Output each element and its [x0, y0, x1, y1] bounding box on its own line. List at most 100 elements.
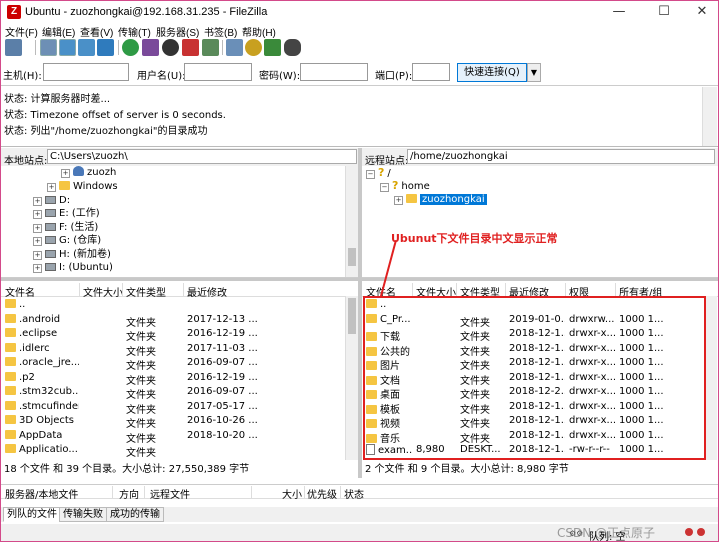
- minimize-button[interactable]: —: [604, 3, 634, 21]
- menu-help[interactable]: 帮助(H): [242, 24, 276, 39]
- local-list-scrollbar[interactable]: [345, 296, 358, 460]
- directory-compare-icon[interactable]: [226, 39, 243, 56]
- port-label: 端口(P):: [375, 71, 413, 82]
- menu-edit[interactable]: 编辑(E): [42, 24, 75, 39]
- drive-icon: [45, 263, 56, 271]
- column-size[interactable]: 文件大小: [83, 284, 123, 299]
- message-log[interactable]: 状态: 计算服务器时差... 状态: Timezone offset of se…: [1, 87, 718, 147]
- tree-item[interactable]: + zuozhongkai: [394, 193, 487, 206]
- menu-transfer[interactable]: 传输(T): [118, 24, 151, 39]
- modified-text: 2018-10-20 ...: [187, 429, 258, 441]
- local-tree[interactable]: + zuozh + Windows + D: + E: (工作) + F: (生活) + G…: [1, 166, 358, 278]
- close-button[interactable]: ✕: [687, 3, 717, 21]
- search-icon[interactable]: [284, 39, 301, 56]
- folder-icon: [406, 194, 417, 203]
- file-row[interactable]: ..: [1, 298, 358, 313]
- drive-icon: [45, 250, 56, 258]
- toggle-queue-icon[interactable]: [97, 39, 114, 56]
- expand-icon[interactable]: +: [33, 251, 42, 260]
- scroll-thumb[interactable]: [348, 298, 356, 334]
- folder-icon: [59, 181, 70, 190]
- file-row[interactable]: .oracle_jre... 文件夹 2016-09-07 ...: [1, 356, 358, 372]
- file-row[interactable]: 3D Objects 文件夹 2016-10-26 ...: [1, 414, 358, 430]
- toggle-remote-tree-icon[interactable]: [78, 39, 95, 56]
- tree-item[interactable]: −? home: [380, 179, 430, 192]
- maximize-button[interactable]: ☐: [649, 3, 679, 21]
- log-scrollbar[interactable]: [702, 87, 717, 146]
- type-text: 文件夹: [126, 448, 156, 459]
- collapse-icon[interactable]: −: [366, 170, 375, 179]
- cell-modified: 2018-10-20 ...: [187, 430, 343, 441]
- local-tree-scrollbar[interactable]: [345, 166, 358, 277]
- column-name[interactable]: 文件名: [5, 284, 35, 299]
- scroll-thumb[interactable]: [348, 248, 356, 266]
- tree-item-label: D:: [59, 195, 71, 206]
- tree-item[interactable]: + D:: [33, 194, 70, 207]
- tab-failed-transfers[interactable]: 传输失败: [59, 507, 107, 522]
- process-queue-icon[interactable]: [142, 39, 159, 56]
- tree-item[interactable]: + E: (工作): [33, 207, 100, 220]
- file-row[interactable]: .p2 文件夹 2016-12-19 ...: [1, 371, 358, 387]
- column-type[interactable]: 文件类型: [126, 284, 166, 299]
- cell-name: .stm32cub...: [5, 386, 79, 397]
- tree-item-label: Windows: [73, 181, 118, 192]
- file-row[interactable]: .stmcufinder 文件夹 2017-05-17 ...: [1, 400, 358, 416]
- expand-icon[interactable]: +: [33, 197, 42, 206]
- horizontal-splitter[interactable]: [1, 278, 718, 281]
- tree-item[interactable]: + Windows: [47, 180, 118, 193]
- expand-icon[interactable]: +: [394, 196, 403, 205]
- file-row[interactable]: .eclipse 文件夹 2016-12-19 ...: [1, 327, 358, 343]
- tab-queued-files[interactable]: 列队的文件: [3, 507, 61, 522]
- reconnect-icon[interactable]: [202, 39, 219, 56]
- file-row[interactable]: .idlerc 文件夹 2017-11-03 ...: [1, 342, 358, 358]
- cancel-icon[interactable]: [162, 39, 179, 56]
- toggle-log-icon[interactable]: [40, 39, 57, 56]
- tree-item[interactable]: + zuozh: [61, 166, 116, 179]
- quickconnect-button[interactable]: 快速连接(Q): [457, 63, 527, 82]
- refresh-icon[interactable]: [122, 39, 139, 56]
- site-manager-icon[interactable]: [5, 39, 22, 56]
- file-row[interactable]: .stm32cub... 文件夹 2016-09-07 ...: [1, 385, 358, 401]
- file-row[interactable]: Applicatio... 文件夹: [1, 443, 358, 459]
- file-row[interactable]: .android 文件夹 2017-12-13 ...: [1, 313, 358, 329]
- remote-path-input[interactable]: /home/zuozhongkai: [407, 149, 715, 164]
- sync-browse-icon[interactable]: [264, 39, 281, 56]
- password-input[interactable]: [300, 63, 368, 81]
- name-text: ..: [19, 299, 26, 310]
- port-input[interactable]: [412, 63, 450, 81]
- filter-icon[interactable]: [245, 39, 262, 56]
- expand-icon[interactable]: +: [33, 237, 42, 246]
- tree-item[interactable]: + I: (Ubuntu): [33, 261, 113, 274]
- column-modified[interactable]: 最近修改: [187, 284, 227, 299]
- expand-icon[interactable]: +: [33, 264, 42, 273]
- menu-server[interactable]: 服务器(S): [156, 24, 199, 39]
- remote-tree[interactable]: −? / −? home + zuozhongkai: [362, 166, 718, 278]
- tree-item[interactable]: −? /: [366, 166, 391, 179]
- expand-icon[interactable]: +: [33, 210, 42, 219]
- name-text: .android: [19, 313, 61, 325]
- local-file-list[interactable]: 文件名 文件大小 文件类型 最近修改 .. .android 文件夹 2017-12-…: [1, 282, 358, 460]
- quickconnect-dropdown-icon[interactable]: ▼: [527, 63, 541, 82]
- title-bar[interactable]: Z Ubuntu - zuozhongkai@192.168.31.235 - …: [1, 1, 718, 23]
- file-row[interactable]: AppData 文件夹 2018-10-20 ...: [1, 429, 358, 445]
- host-input[interactable]: [43, 63, 129, 81]
- toggle-local-tree-icon[interactable]: [59, 39, 76, 56]
- queue-list[interactable]: [1, 499, 718, 507]
- tab-successful-transfers[interactable]: 成功的传输: [106, 507, 164, 522]
- menu-view[interactable]: 查看(V): [80, 24, 113, 39]
- disconnect-icon[interactable]: [182, 39, 199, 56]
- tree-item[interactable]: + H: (新加卷): [33, 248, 111, 261]
- local-path-input[interactable]: C:\Users\zuozh\: [47, 149, 357, 164]
- folder-icon: [5, 328, 16, 337]
- expand-icon[interactable]: +: [47, 183, 56, 192]
- menu-bookmarks[interactable]: 书签(B): [204, 24, 237, 39]
- cell-modified: 2016-12-19 ...: [187, 328, 343, 339]
- tree-item[interactable]: + G: (仓库): [33, 234, 101, 247]
- modified-text: 2017-11-03 ...: [187, 342, 258, 354]
- expand-icon[interactable]: +: [33, 224, 42, 233]
- username-input[interactable]: [184, 63, 252, 81]
- collapse-icon[interactable]: −: [380, 183, 389, 192]
- expand-icon[interactable]: +: [61, 169, 70, 178]
- tree-item[interactable]: + F: (生活): [33, 221, 98, 234]
- menu-file[interactable]: 文件(F): [5, 24, 38, 39]
